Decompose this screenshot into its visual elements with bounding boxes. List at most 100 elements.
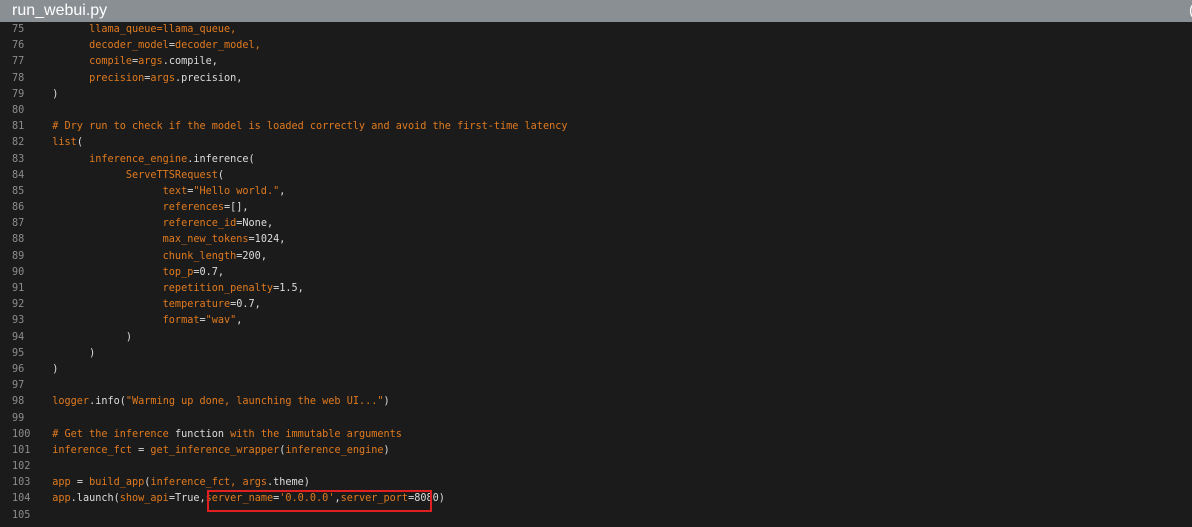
code-token: max_new_tokens <box>40 234 249 246</box>
line-number: 76 <box>12 40 25 52</box>
code-line: 90 top_p=0.7, <box>0 265 1192 281</box>
code-line: 91 repetition_penalty=1.5, <box>0 281 1192 297</box>
code-token: ) <box>40 331 133 343</box>
code-token: show_api <box>119 493 169 505</box>
highlight-annotation-box <box>207 490 432 512</box>
code-token: decoder_model, <box>174 40 261 52</box>
code-text: text="Hello world.", <box>40 184 286 200</box>
line-number: 80 <box>12 104 25 116</box>
code-token: inference_engine <box>285 444 384 456</box>
code-token: =1024, <box>248 234 286 246</box>
line-number: 101 <box>12 444 31 456</box>
line-number: 102 <box>12 461 31 473</box>
code-text: compile=args.compile, <box>40 54 218 70</box>
editor-window: run_webui.py ( 75 llama_queue=llama_queu… <box>0 0 1192 527</box>
code-line: 84 ServeTTSRequest( <box>0 168 1192 184</box>
code-line: 105 <box>0 508 1192 524</box>
code-token: args <box>150 72 175 84</box>
code-token: app <box>40 493 71 505</box>
code-text: decoder_model=decoder_model, <box>40 38 261 54</box>
code-token: list <box>40 137 77 149</box>
code-line: 93 format="wav", <box>0 313 1192 329</box>
code-token: .inference( <box>187 153 255 165</box>
code-token: get_inference_wrapper <box>150 444 280 456</box>
code-line: 103 app = build_app(inference_fct, args.… <box>0 475 1192 491</box>
code-text: repetition_penalty=1.5, <box>40 281 304 297</box>
code-text: ) <box>40 87 58 103</box>
code-token: top_p <box>40 266 194 278</box>
code-token: build_app <box>89 477 145 489</box>
line-number: 99 <box>12 412 25 424</box>
code-line: 81 # Dry run to check if the model is lo… <box>0 119 1192 135</box>
line-number: 83 <box>12 153 25 165</box>
line-number: 96 <box>12 363 25 375</box>
code-token: app <box>40 477 77 489</box>
line-number: 82 <box>12 137 25 149</box>
code-line: 99 <box>0 411 1192 427</box>
code-token: logger <box>40 396 90 408</box>
code-line: 88 max_new_tokens=1024, <box>0 232 1192 248</box>
code-text: format="wav", <box>40 313 243 329</box>
code-token: = <box>138 444 151 456</box>
code-text: chunk_length=200, <box>40 249 267 265</box>
code-token: text <box>40 185 188 197</box>
code-line: 96 ) <box>0 362 1192 378</box>
code-text: top_p=0.7, <box>40 265 224 281</box>
code-token: ) <box>40 363 59 375</box>
line-number: 75 <box>12 24 25 35</box>
line-number: 91 <box>12 283 25 294</box>
code-token: inference_fct <box>40 444 139 456</box>
code-token: temperature <box>40 299 231 311</box>
code-token: =None, <box>236 218 274 230</box>
code-line: 100 # Get the inference function with th… <box>0 427 1192 443</box>
line-number: 97 <box>12 380 25 392</box>
code-token: args <box>138 56 163 68</box>
code-text: logger.info("Warming up done, launching … <box>40 394 390 410</box>
line-number: 78 <box>12 72 25 84</box>
code-token: , <box>236 315 243 327</box>
code-token: =1.5, <box>273 283 304 294</box>
code-token: reference_id <box>40 218 237 230</box>
code-text: ) <box>40 330 132 346</box>
line-number: 98 <box>12 396 25 408</box>
line-number: 84 <box>12 169 25 181</box>
code-token: ) <box>383 444 390 456</box>
code-token: ) <box>383 396 390 408</box>
code-text: inference_engine.inference( <box>40 152 255 168</box>
code-text: list( <box>40 135 83 151</box>
line-number: 85 <box>12 185 25 197</box>
code-token: with the immutable arguments <box>224 428 402 440</box>
code-text: ) <box>40 346 95 362</box>
line-number: 95 <box>12 347 25 359</box>
code-text: temperature=0.7, <box>40 297 261 313</box>
code-token: ( <box>217 169 225 181</box>
code-text: reference_id=None, <box>40 216 273 232</box>
code-token: chunk_length <box>40 250 237 262</box>
title-bar: run_webui.py ( <box>0 0 1192 22</box>
line-number: 105 <box>12 509 31 521</box>
code-token: , <box>279 185 286 197</box>
code-line: 82 list( <box>0 135 1192 151</box>
code-token: references <box>40 202 225 214</box>
line-number: 86 <box>12 202 25 214</box>
code-view[interactable]: 75 llama_queue=llama_queue, 76 decoder_mo… <box>0 22 1192 524</box>
line-number: 93 <box>12 315 25 327</box>
line-number: 89 <box>12 250 25 262</box>
line-number: 87 <box>12 218 25 230</box>
code-line: 86 references=[], <box>0 200 1192 216</box>
code-text: # Dry run to check if the model is loade… <box>40 119 567 135</box>
code-token: = <box>76 477 90 489</box>
code-text: inference_fct = get_inference_wrapper(in… <box>40 443 390 459</box>
code-token: inference_fct, args <box>150 477 267 489</box>
line-number: 90 <box>12 266 25 278</box>
code-line: 75 llama_queue=llama_queue, <box>0 22 1192 38</box>
code-text: llama_queue=llama_queue, <box>40 22 236 38</box>
line-number: 79 <box>12 88 25 100</box>
code-line: 78 precision=args.precision, <box>0 71 1192 87</box>
code-token: repetition_penalty <box>40 283 274 294</box>
code-token: inference_engine <box>40 153 188 165</box>
file-title: run_webui.py <box>12 2 108 19</box>
code-token: =200, <box>236 250 267 262</box>
code-token: precision <box>40 72 145 84</box>
code-text: ) <box>40 362 58 378</box>
